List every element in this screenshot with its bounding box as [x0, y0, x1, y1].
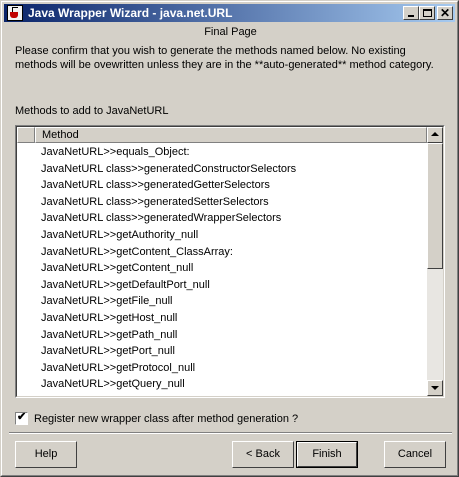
- column-header-stub[interactable]: [17, 127, 35, 143]
- vertical-scrollbar[interactable]: [427, 127, 443, 396]
- register-checkbox[interactable]: ✔: [15, 411, 28, 425]
- method-row[interactable]: JavaNetURL class>>generatedConstructorSe…: [17, 161, 427, 178]
- methods-listbox[interactable]: Method JavaNetURL>>equals_Object: JavaNet…: [15, 125, 445, 398]
- cancel-button[interactable]: Cancel: [384, 441, 446, 468]
- method-row[interactable]: JavaNetURL class>>generatedGetterSelecto…: [17, 177, 427, 194]
- method-row[interactable]: JavaNetURL>>getHost_null: [17, 310, 427, 327]
- methods-label: Methods to add to JavaNetURL: [15, 105, 169, 117]
- window-title: Java Wrapper Wizard - java.net.URL: [28, 6, 233, 20]
- method-row[interactable]: JavaNetURL>>getContent_null: [17, 260, 427, 277]
- arrow-up-icon: [431, 132, 439, 136]
- button-separator: [9, 432, 452, 434]
- maximize-button[interactable]: [419, 6, 435, 20]
- listbox-inner: Method JavaNetURL>>equals_Object: JavaNet…: [16, 126, 444, 397]
- scroll-down-button[interactable]: [427, 380, 443, 396]
- method-row[interactable]: JavaNetURL>>getAuthority_null: [17, 227, 427, 244]
- checkmark-icon: ✔: [17, 411, 27, 423]
- method-row[interactable]: JavaNetURL>>equals_Object:: [17, 144, 427, 161]
- method-rows: JavaNetURL>>equals_Object: JavaNetURL cla…: [17, 144, 427, 393]
- page-description: Please confirm that you wish to generate…: [15, 45, 434, 71]
- method-row[interactable]: JavaNetURL>>getQuery_null: [17, 376, 427, 393]
- method-row[interactable]: JavaNetURL>>getContent_ClassArray:: [17, 244, 427, 261]
- method-row[interactable]: JavaNetURL>>getPath_null: [17, 327, 427, 344]
- page-title: Final Page: [204, 26, 257, 38]
- method-row[interactable]: JavaNetURL class>>generatedSetterSelecto…: [17, 194, 427, 211]
- finish-button[interactable]: Finish: [296, 441, 358, 468]
- title-bar[interactable]: Java Wrapper Wizard - java.net.URL ✕: [4, 4, 455, 22]
- column-header-method[interactable]: Method: [35, 127, 427, 143]
- arrow-down-icon: [431, 386, 439, 390]
- maximize-icon: [423, 9, 432, 17]
- close-button[interactable]: ✕: [437, 6, 453, 20]
- back-button[interactable]: < Back: [232, 441, 294, 468]
- method-row[interactable]: JavaNetURL>>getProtocol_null: [17, 360, 427, 377]
- java-app-icon: [7, 5, 23, 21]
- scroll-thumb[interactable]: [427, 143, 443, 269]
- method-row[interactable]: JavaNetURL>>getFile_null: [17, 293, 427, 310]
- scroll-up-button[interactable]: [427, 127, 443, 143]
- minimize-icon: [408, 15, 414, 17]
- method-row[interactable]: JavaNetURL>>getPort_null: [17, 343, 427, 360]
- column-header-row: Method: [17, 127, 427, 143]
- wizard-window: Java Wrapper Wizard - java.net.URL ✕ Fin…: [0, 0, 459, 477]
- minimize-button[interactable]: [403, 6, 419, 20]
- help-button[interactable]: Help: [15, 441, 77, 468]
- register-label[interactable]: Register new wrapper class after method …: [34, 412, 298, 426]
- method-row[interactable]: JavaNetURL>>getDefaultPort_null: [17, 277, 427, 294]
- close-icon: ✕: [439, 6, 451, 20]
- method-row[interactable]: JavaNetURL class>>generatedWrapperSelect…: [17, 210, 427, 227]
- cup-glyph: [10, 12, 18, 18]
- finish-button-label: Finish: [297, 442, 357, 467]
